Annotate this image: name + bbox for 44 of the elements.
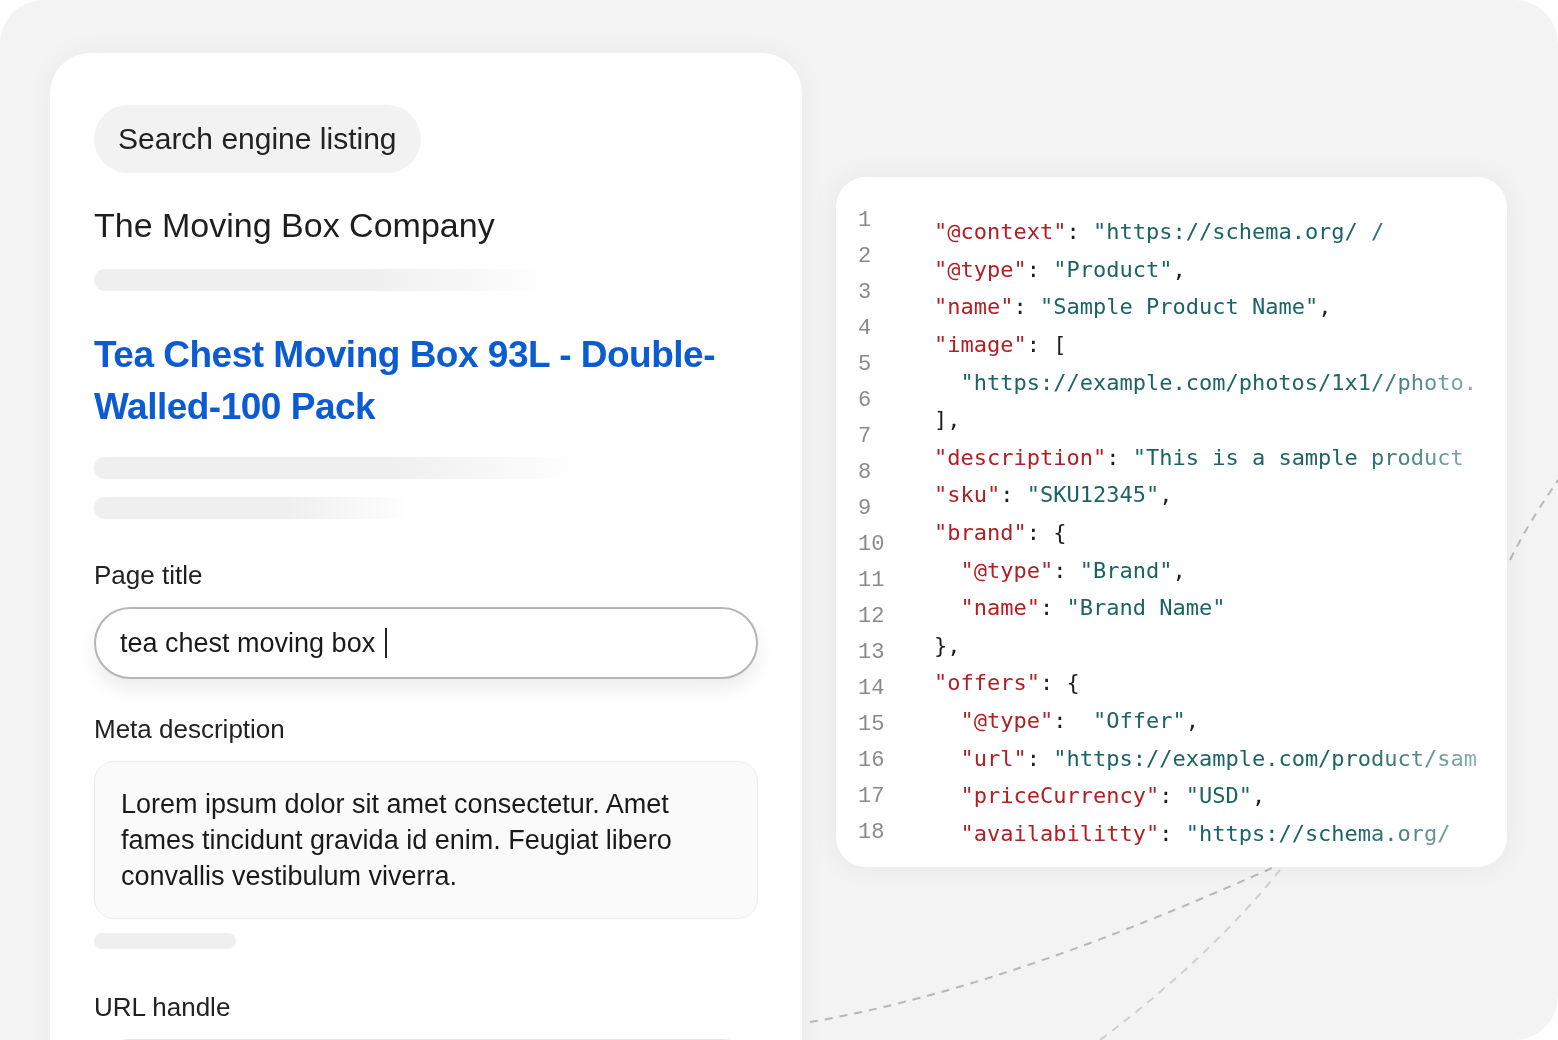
listing-badge: Search engine listing (94, 105, 421, 173)
line-number: 14 (858, 675, 886, 703)
code-line: "@context": "https://schema.org/ / (934, 218, 1385, 247)
result-title-link[interactable]: Tea Chest Moving Box 93L - Double-Walled-100 Pack (94, 329, 734, 433)
line-number: 17 (858, 783, 886, 811)
line-number: 11 (858, 567, 886, 595)
code-line: "sku": "SKU12345", (934, 481, 1173, 510)
code-line: "name": "Brand Name" (959, 594, 1226, 623)
code-line: "name": "Sample Product Name", (934, 293, 1332, 322)
code-line: "offers": { (934, 669, 1080, 698)
line-number: 13 (858, 639, 886, 667)
line-number: 18 (858, 819, 886, 847)
code-line: "priceCurrency": "USD", (959, 782, 1266, 811)
code-line: "@type": "Product", (934, 255, 1186, 284)
line-number: 16 (858, 747, 886, 775)
line-number: 6 (858, 387, 873, 415)
line-number: 3 (858, 279, 873, 307)
site-name: The Moving Box Company (94, 205, 496, 245)
text-cursor (384, 628, 387, 658)
code-line: "image": [ (934, 331, 1067, 360)
code-line: "url": "https://example.com/product/sam (959, 744, 1478, 773)
line-number: 4 (858, 315, 873, 343)
code-line: "brand": { (934, 519, 1067, 548)
line-number: 12 (858, 603, 886, 631)
line-number: 9 (858, 495, 873, 523)
line-number: 15 (858, 711, 886, 739)
code-line: ], (934, 406, 961, 435)
code-line: "@type": "Brand", (959, 556, 1186, 585)
line-number: 8 (858, 459, 873, 487)
line-number: 5 (858, 351, 873, 379)
line-number: 2 (858, 243, 873, 271)
code-line: "@type": "Offer", (959, 707, 1199, 735)
line-number: 10 (858, 531, 886, 559)
code-line: }, (934, 631, 961, 660)
field-label: Page title (94, 559, 204, 591)
line-number: 7 (858, 423, 873, 451)
input-field[interactable]: tea chest moving box (94, 607, 758, 679)
field-label: Meta description (94, 713, 286, 745)
line-number: 1 (858, 207, 873, 235)
field-label: URL handle (94, 991, 232, 1023)
code-line: "availabilitty": "https://schema.org/ (959, 819, 1451, 848)
description-field[interactable]: Lorem ipsum dolor sit amet consectetur. Amet fames tincidunt gravida id enim. Feugiat libero convallis vestibulum viverra. (94, 761, 758, 919)
code-line: "description": "This is a sample product (934, 443, 1464, 472)
code-line: "https://example.com/photos/1x1//photo. (959, 368, 1478, 397)
